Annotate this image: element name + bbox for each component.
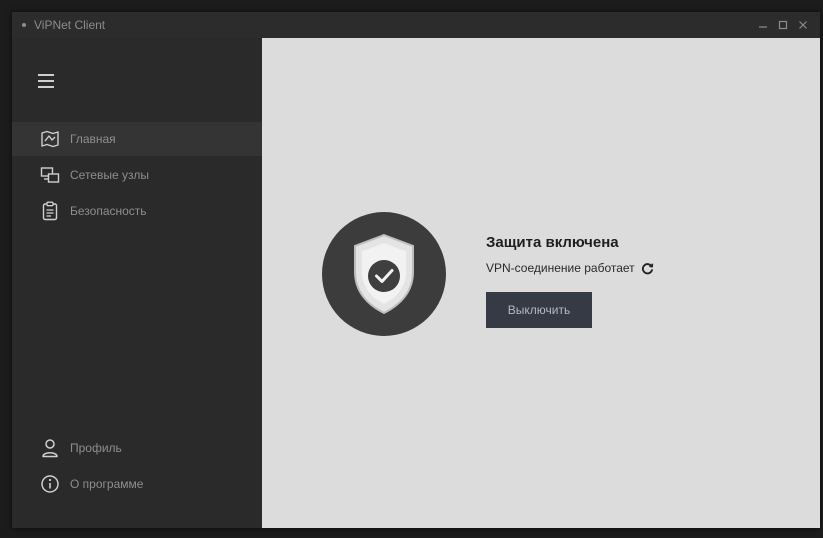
window-title: ViPNet Client bbox=[34, 18, 106, 32]
sidebar-item-label: О программе bbox=[70, 477, 144, 491]
disable-protection-button[interactable]: Выключить bbox=[486, 292, 592, 328]
title-bar: ViPNet Client bbox=[12, 12, 820, 38]
sidebar-item-security[interactable]: Безопасность bbox=[12, 194, 262, 228]
refresh-icon[interactable] bbox=[641, 262, 654, 275]
sidebar-item-label: Сетевые узлы bbox=[70, 168, 149, 182]
maximize-icon[interactable] bbox=[774, 16, 792, 34]
vpn-status: VPN-соединение работает bbox=[486, 261, 654, 275]
sidebar-item-about[interactable]: О программе bbox=[12, 467, 262, 501]
sidebar-item-label: Безопасность bbox=[70, 204, 147, 218]
protection-status-title: Защита включена bbox=[486, 234, 619, 251]
user-icon bbox=[40, 438, 60, 458]
info-icon bbox=[40, 474, 60, 494]
hamburger-menu-icon[interactable] bbox=[38, 74, 54, 88]
main-content: Защита включена VPN-соединение работает … bbox=[262, 38, 820, 528]
close-icon[interactable] bbox=[794, 16, 812, 34]
sidebar-item-label: Профиль bbox=[70, 441, 122, 455]
home-map-icon bbox=[40, 129, 60, 149]
sidebar: Главная Сетевые узлы Безопасность Профил… bbox=[12, 38, 262, 528]
sidebar-item-home[interactable]: Главная bbox=[12, 122, 262, 156]
sidebar-item-profile[interactable]: Профиль bbox=[12, 431, 262, 465]
minimize-icon[interactable] bbox=[754, 16, 772, 34]
sidebar-item-network-nodes[interactable]: Сетевые узлы bbox=[12, 158, 262, 192]
sidebar-item-label: Главная bbox=[70, 132, 116, 146]
vpn-status-text: VPN-соединение работает bbox=[486, 261, 635, 275]
app-icon bbox=[22, 23, 26, 27]
clipboard-icon bbox=[40, 201, 60, 221]
shield-check-icon bbox=[322, 212, 446, 336]
network-nodes-icon bbox=[40, 165, 60, 185]
app-window: ViPNet Client Главная Сетевые узлы Безоп… bbox=[12, 12, 820, 528]
